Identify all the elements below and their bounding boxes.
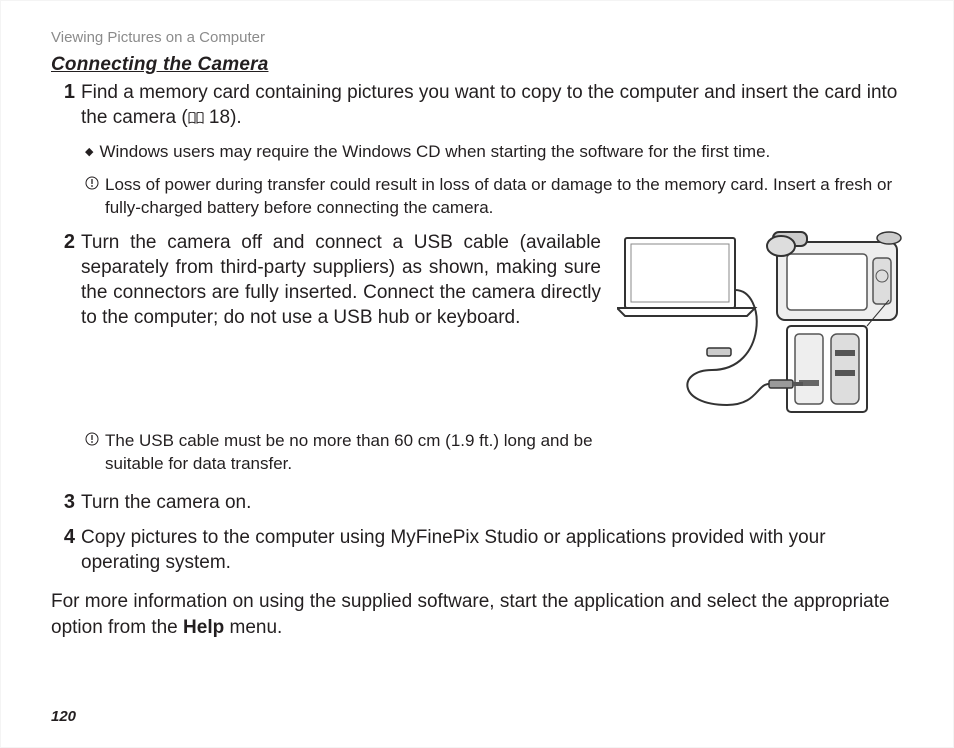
closing-bold: Help (183, 617, 224, 638)
caution-icon (85, 432, 99, 452)
connection-illustration (617, 230, 907, 420)
note-power-loss: Loss of power during transfer could resu… (85, 174, 907, 220)
note-cable-length: The USB cable must be no more than 60 cm… (85, 430, 645, 476)
step-body: Find a memory card containing pictures y… (81, 80, 907, 131)
note-windows-cd: ◆ Windows users may require the Windows … (85, 141, 907, 164)
step-number: 2 (51, 230, 75, 255)
step-text: Copy pictures to the computer using MyFi… (81, 525, 907, 575)
closing-post: menu. (224, 617, 282, 638)
step-text: Turn the camera off and connect a USB ca… (81, 230, 601, 330)
closing-pre: For more information on using the suppli… (51, 591, 890, 638)
running-header: Viewing Pictures on a Computer (51, 29, 907, 46)
closing-paragraph: For more information on using the suppli… (51, 589, 907, 640)
note-text: Loss of power during transfer could resu… (105, 174, 907, 220)
step-number: 4 (51, 525, 75, 550)
step-text: Turn the camera on. (81, 490, 907, 515)
step-2: 2 Turn the camera off and connect a USB … (51, 230, 907, 420)
step-body: Turn the camera off and connect a USB ca… (81, 230, 907, 420)
page-number: 120 (51, 708, 76, 725)
step-page-ref: 18). (204, 107, 242, 128)
section-title: Connecting the Camera (51, 54, 907, 76)
step-number: 3 (51, 490, 75, 515)
step-4: 4 Copy pictures to the computer using My… (51, 525, 907, 575)
step-3: 3 Turn the camera on. (51, 490, 907, 515)
book-icon (188, 106, 204, 131)
caution-icon (85, 176, 99, 196)
step-1: 1 Find a memory card containing pictures… (51, 80, 907, 131)
note-text: Windows users may require the Windows CD… (99, 141, 770, 164)
step-number: 1 (51, 80, 75, 105)
manual-page: Viewing Pictures on a Computer Connectin… (0, 0, 954, 748)
note-text: The USB cable must be no more than 60 cm… (105, 430, 645, 476)
diamond-icon: ◆ (85, 145, 93, 160)
